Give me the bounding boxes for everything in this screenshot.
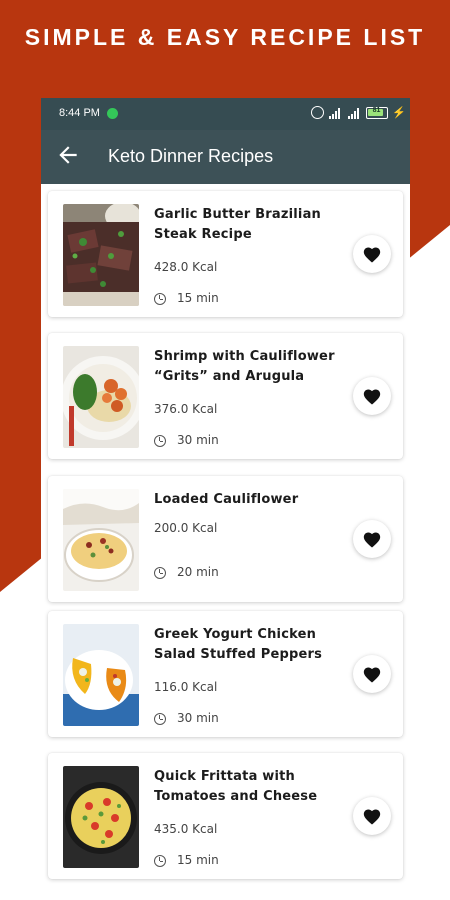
recipe-card[interactable]: Garlic Butter Brazilian Steak Recipe 428… (48, 191, 403, 317)
favorite-button[interactable] (353, 655, 391, 693)
recipe-duration: 30 min (177, 711, 219, 725)
recipe-image (63, 489, 139, 591)
recipe-card[interactable]: Loaded Cauliflower 200.0 Kcal 20 min (48, 476, 403, 602)
promo-banner-title: SIMPLE & EASY RECIPE LIST (24, 24, 426, 50)
heart-icon (363, 247, 381, 263)
recipe-title: Loaded Cauliflower (154, 492, 299, 507)
clock-icon (154, 435, 166, 447)
recipe-image (63, 204, 139, 306)
clock-icon (154, 713, 166, 725)
recipe-calories: 116.0 Kcal (154, 680, 218, 694)
recipe-title: Quick Frittata with Tomatoes and Cheese (154, 769, 318, 804)
alarm-icon (311, 106, 324, 119)
recipe-duration: 20 min (177, 565, 219, 579)
phone-screen: 8:44 PM 81 ⚡ Keto Dinner Recipes Garlic … (41, 98, 410, 900)
recipe-title: Shrimp with Cauliflower “Grits” and Arug… (154, 349, 335, 384)
status-time: 8:44 PM (59, 107, 100, 119)
favorite-button[interactable] (353, 235, 391, 273)
signal-icon (348, 108, 362, 119)
battery-level: 81 (372, 107, 381, 114)
recipe-calories: 428.0 Kcal (154, 260, 218, 274)
heart-icon (363, 809, 381, 825)
clock-icon (154, 855, 166, 867)
favorite-button[interactable] (353, 797, 391, 835)
recipe-card[interactable]: Quick Frittata with Tomatoes and Cheese 4… (48, 753, 403, 879)
recipe-calories: 376.0 Kcal (154, 402, 218, 416)
recipe-card[interactable]: Greek Yogurt Chicken Salad Stuffed Peppe… (48, 611, 403, 737)
charging-icon: ⚡ (392, 107, 406, 119)
back-arrow-icon[interactable] (55, 142, 81, 168)
recipe-image (63, 624, 139, 726)
signal-icon (329, 108, 343, 119)
recipe-image (63, 766, 139, 868)
recipe-duration: 30 min (177, 433, 219, 447)
heart-icon (363, 532, 381, 548)
recipe-image (63, 346, 139, 448)
clock-icon (154, 567, 166, 579)
favorite-button[interactable] (353, 520, 391, 558)
app-bar: Keto Dinner Recipes (41, 130, 410, 184)
page-title: Keto Dinner Recipes (108, 146, 274, 166)
recipe-calories: 435.0 Kcal (154, 822, 218, 836)
favorite-button[interactable] (353, 377, 391, 415)
recipe-title: Greek Yogurt Chicken Salad Stuffed Peppe… (154, 627, 323, 662)
recipe-duration: 15 min (177, 853, 219, 867)
recipe-calories: 200.0 Kcal (154, 521, 218, 535)
heart-icon (363, 389, 381, 405)
recipe-title: Garlic Butter Brazilian Steak Recipe (154, 207, 321, 242)
notification-dot-icon (107, 108, 118, 119)
recipe-card[interactable]: Shrimp with Cauliflower “Grits” and Arug… (48, 333, 403, 459)
status-bar: 8:44 PM 81 ⚡ (41, 98, 410, 130)
recipe-duration: 15 min (177, 291, 219, 305)
clock-icon (154, 293, 166, 305)
battery-icon: 81 (366, 107, 388, 119)
heart-icon (363, 667, 381, 683)
